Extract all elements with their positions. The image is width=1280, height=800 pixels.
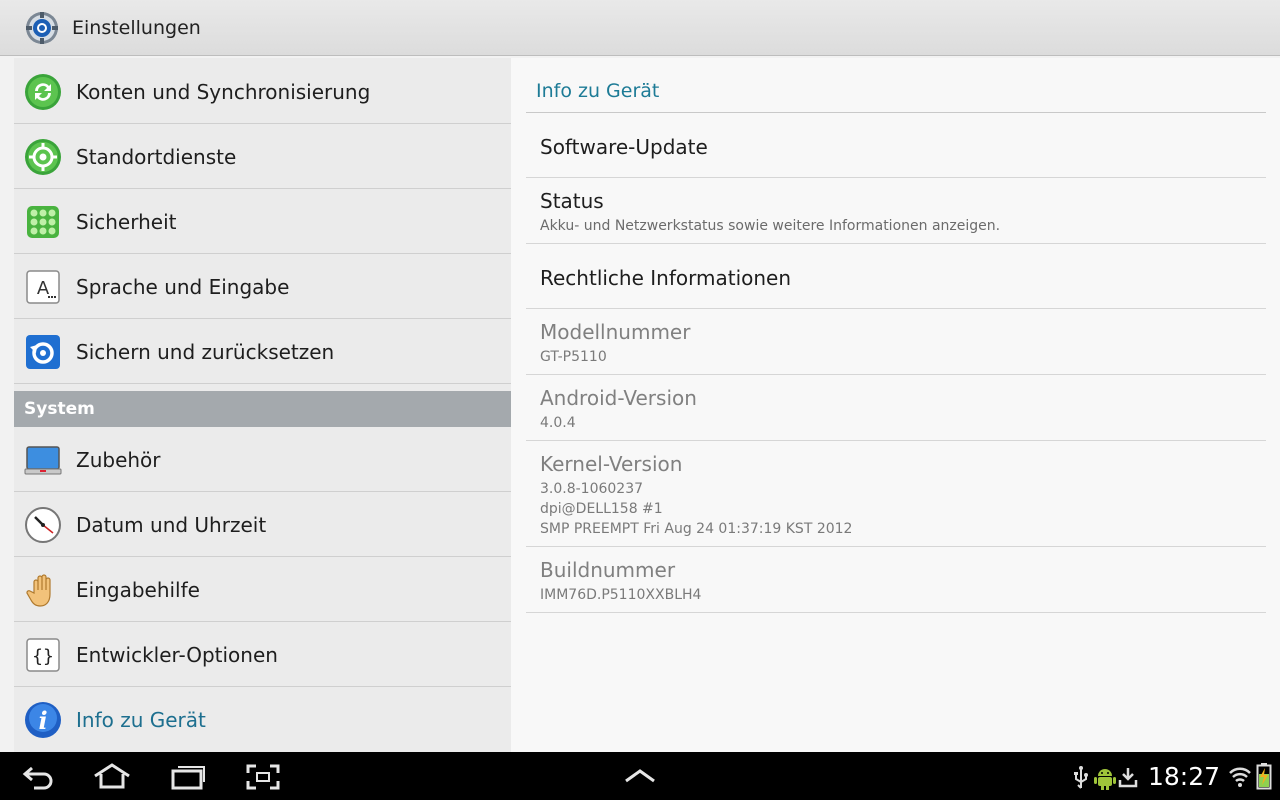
keyboard-a-icon: A — [26, 270, 60, 304]
sidebar-item-language-input[interactable]: A Sprache und Eingabe — [14, 255, 511, 319]
android-version-item[interactable]: Android-Version 4.0.4 — [526, 375, 1266, 441]
sidebar-item-location[interactable]: Standortdienste — [14, 125, 511, 189]
sidebar-item-label: Konten und Synchronisierung — [76, 79, 371, 104]
sidebar-item-security[interactable]: Sicherheit — [14, 190, 511, 254]
item-value: GT-P5110 — [540, 349, 607, 365]
sidebar-item-label: Sicherheit — [76, 209, 177, 234]
android-debug-icon — [1094, 769, 1116, 790]
sync-icon — [25, 74, 61, 110]
settings-category-list: Konten und Synchronisierung Standortdien… — [14, 58, 526, 791]
item-value: IMM76D.P5110XXBLH4 — [540, 587, 702, 603]
sidebar-item-label: Entwickler-Optionen — [76, 642, 278, 667]
usb-icon — [1074, 766, 1088, 789]
section-header-system: System — [14, 391, 511, 427]
security-grid-icon — [27, 206, 59, 238]
location-icon — [25, 139, 61, 175]
kernel-version-item: Kernel-Version 3.0.8-1060237 dpi@DELL158… — [526, 441, 1266, 547]
hand-icon — [26, 574, 51, 607]
item-title: Rechtliche Informationen — [540, 266, 792, 290]
sidebar-item-accessibility[interactable]: Eingabehilfe — [14, 558, 511, 622]
svg-text:A: A — [37, 278, 50, 299]
sidebar-item-backup-reset[interactable]: Sichern und zurücksetzen — [14, 320, 511, 384]
item-title: Buildnummer — [540, 558, 676, 582]
item-title: Software-Update — [540, 135, 708, 159]
sidebar-item-about-device[interactable]: i Info zu Gerät — [14, 688, 511, 752]
sidebar-item-label: Standortdienste — [76, 144, 237, 169]
model-number-item: Modellnummer GT-P5110 — [526, 309, 1266, 375]
sidebar-item-label: Info zu Gerät — [76, 708, 206, 732]
item-title: Kernel-Version — [540, 452, 683, 476]
home-icon[interactable] — [92, 762, 132, 790]
system-navigation-bar: 18:27 — [0, 752, 1280, 800]
svg-text:i: i — [38, 706, 47, 735]
wifi-icon — [1229, 767, 1251, 787]
svg-text:{}: {} — [32, 646, 54, 667]
battery-charging-icon — [1256, 763, 1272, 790]
about-device-panel: Info zu Gerät Software-Update Status Akk… — [511, 58, 1280, 752]
backup-restore-icon — [26, 335, 60, 369]
clock-time: 18:27 — [1148, 762, 1221, 791]
sidebar-item-label: Datum und Uhrzeit — [76, 512, 267, 537]
item-title: Android-Version — [540, 386, 697, 410]
sidebar-item-accessory[interactable]: Zubehör — [14, 428, 511, 492]
legal-info-item[interactable]: Rechtliche Informationen — [526, 244, 1266, 309]
up-arrow-icon[interactable] — [623, 768, 657, 784]
back-icon[interactable] — [22, 764, 56, 790]
action-bar: Einstellungen — [0, 0, 1280, 56]
build-number-item[interactable]: Buildnummer IMM76D.P5110XXBLH4 — [526, 547, 1266, 613]
sidebar-item-developer-options[interactable]: {} Entwickler-Optionen — [14, 623, 511, 687]
download-icon — [1118, 768, 1138, 788]
sidebar-item-date-time[interactable]: Datum und Uhrzeit — [14, 493, 511, 557]
info-icon: i — [25, 702, 61, 738]
item-title: Status — [540, 189, 604, 213]
item-value: 4.0.4 — [540, 415, 576, 431]
status-item[interactable]: Status Akku- und Netzwerkstatus sowie we… — [526, 178, 1266, 244]
settings-gear-icon[interactable] — [24, 10, 60, 46]
panel-header: Info zu Gerät — [536, 80, 660, 102]
sidebar-item-label: Sprache und Eingabe — [76, 274, 290, 299]
item-value-line: 3.0.8-1060237 — [540, 481, 644, 497]
sidebar-item-label: Sichern und zurücksetzen — [76, 339, 335, 364]
item-title: Modellnummer — [540, 320, 691, 344]
braces-icon: {} — [26, 638, 60, 672]
item-value-line: dpi@DELL158 #1 — [540, 501, 663, 517]
app-title: Einstellungen — [72, 17, 201, 39]
recent-apps-icon[interactable] — [170, 764, 206, 790]
software-update-item[interactable]: Software-Update — [526, 113, 1266, 178]
sidebar-item-label: Eingabehilfe — [76, 577, 200, 602]
item-subtitle: Akku- und Netzwerkstatus sowie weitere I… — [540, 218, 1001, 234]
accessory-monitor-icon — [24, 446, 62, 475]
screenshot-icon[interactable] — [246, 764, 280, 790]
item-value-line: SMP PREEMPT Fri Aug 24 01:37:19 KST 2012 — [540, 521, 853, 537]
sidebar-item-label: Zubehör — [76, 447, 161, 472]
sidebar-item-accounts-sync[interactable]: Konten und Synchronisierung — [14, 60, 511, 124]
clock-icon — [25, 507, 61, 543]
